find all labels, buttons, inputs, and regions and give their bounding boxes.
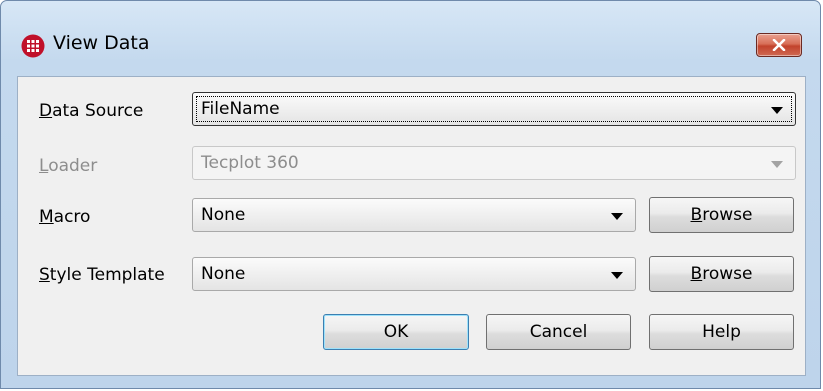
- data-source-select[interactable]: FileName: [192, 92, 796, 126]
- chevron-down-icon: [771, 161, 783, 168]
- loader-label: Loader: [39, 156, 98, 176]
- view-data-dialog: View Data Data Source FileName Loader Te…: [0, 0, 821, 389]
- cancel-button[interactable]: Cancel: [486, 314, 631, 350]
- macro-label: Macro: [39, 207, 91, 227]
- window-title: View Data: [53, 32, 150, 54]
- dialog-body: Data Source FileName Loader Tecplot 360 …: [17, 76, 806, 376]
- chevron-down-icon: [611, 213, 623, 220]
- style-template-browse-button[interactable]: Browse: [649, 256, 794, 292]
- macro-value: None: [201, 205, 246, 225]
- close-button[interactable]: [756, 33, 802, 57]
- app-grid-icon: [21, 34, 45, 58]
- loader-value: Tecplot 360: [201, 153, 299, 173]
- data-source-label: Data Source: [39, 101, 144, 121]
- style-template-label: Style Template: [39, 265, 165, 285]
- macro-select[interactable]: None: [192, 198, 636, 232]
- title-bar[interactable]: View Data: [1, 1, 820, 69]
- chevron-down-icon: [611, 272, 623, 279]
- style-template-select[interactable]: None: [192, 257, 636, 291]
- style-template-value: None: [201, 264, 246, 284]
- close-icon: [772, 39, 786, 51]
- macro-browse-button[interactable]: Browse: [649, 197, 794, 233]
- help-button[interactable]: Help: [649, 314, 794, 350]
- data-source-value: FileName: [201, 99, 280, 119]
- chevron-down-icon: [771, 107, 783, 114]
- loader-select: Tecplot 360: [192, 146, 796, 180]
- ok-button[interactable]: OK: [323, 314, 469, 350]
